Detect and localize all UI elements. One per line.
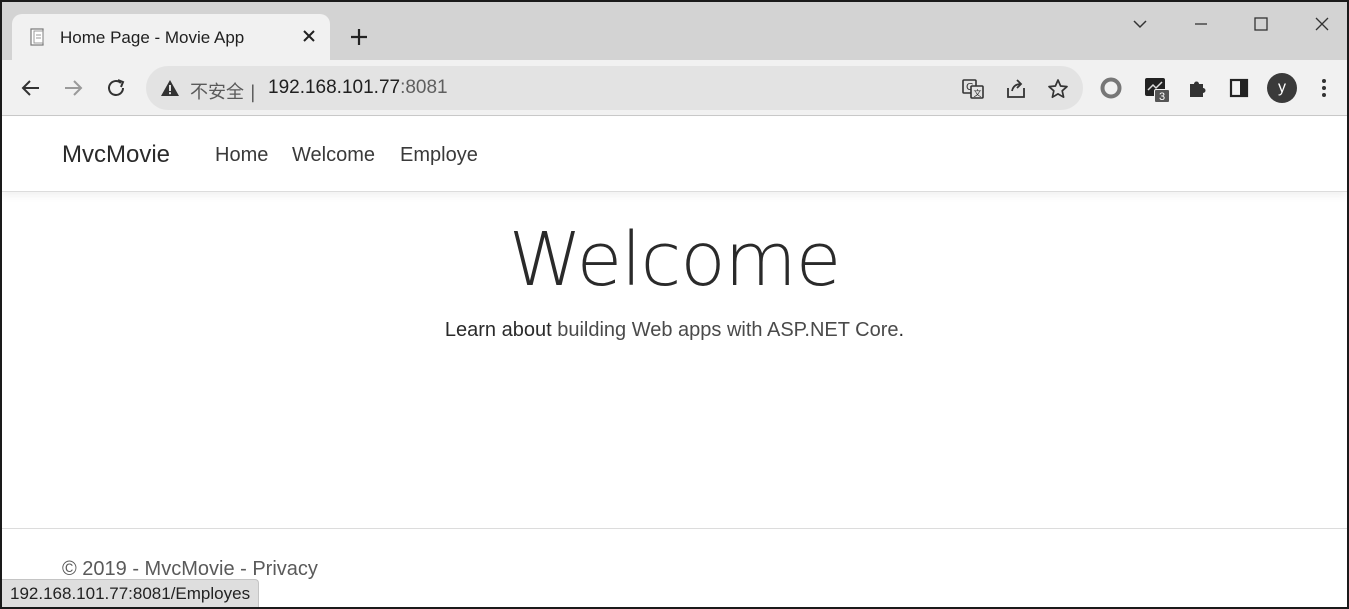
close-window-icon[interactable] bbox=[1304, 10, 1340, 38]
nav-link-employe[interactable]: Employe bbox=[400, 144, 478, 167]
footer-divider bbox=[2, 528, 1347, 529]
footer: © 2019 - MvcMovie - Privacy bbox=[62, 558, 318, 581]
maximize-icon[interactable] bbox=[1243, 10, 1279, 38]
url-text[interactable]: 192.168.101.77:8081 bbox=[268, 77, 448, 99]
document-icon bbox=[28, 27, 48, 47]
status-bar-url: 192.168.101.77:8081/Employes bbox=[2, 579, 260, 607]
brand-link[interactable]: MvcMovie bbox=[62, 141, 170, 169]
tab-title: Home Page - Movie App bbox=[60, 28, 245, 47]
site-navbar: MvcMovie Home Welcome Employe bbox=[2, 117, 1347, 192]
footer-copyright: © 2019 - MvcMovie - bbox=[62, 558, 253, 580]
extension-badge: 3 bbox=[1154, 89, 1170, 103]
page-content: MvcMovie Home Welcome Employe Welcome Le… bbox=[2, 117, 1347, 607]
record-extension-icon[interactable] bbox=[1096, 73, 1126, 103]
nav-link-welcome[interactable]: Welcome bbox=[292, 144, 375, 167]
share-icon[interactable] bbox=[1003, 76, 1029, 102]
browser-toolbar: 不安全 | 192.168.101.77:8081 G 文 3 y bbox=[2, 60, 1347, 116]
hero-text: Learn about building Web apps with ASP.N… bbox=[2, 319, 1347, 342]
nav-link-home[interactable]: Home bbox=[215, 144, 268, 167]
tab-search-chevron-icon[interactable] bbox=[1122, 10, 1158, 38]
privacy-link[interactable]: Privacy bbox=[252, 558, 318, 580]
browser-window: Home Page - Movie App 不安全 | 192.168.101.… bbox=[0, 0, 1349, 609]
star-icon[interactable] bbox=[1045, 76, 1071, 102]
close-tab-icon[interactable] bbox=[298, 25, 320, 47]
puzzle-icon[interactable] bbox=[1182, 73, 1212, 103]
minimize-icon[interactable] bbox=[1183, 10, 1219, 38]
aspnet-core-link[interactable]: building Web apps with ASP.NET Core bbox=[557, 319, 898, 341]
hero-text-prefix: Learn about bbox=[444, 319, 558, 341]
hero-text-suffix: . bbox=[898, 319, 905, 341]
reload-icon[interactable] bbox=[101, 73, 131, 103]
more-menu-icon[interactable] bbox=[1309, 73, 1339, 103]
browser-tab[interactable]: Home Page - Movie App bbox=[12, 14, 330, 60]
dark-extension-icon[interactable]: 3 bbox=[1140, 73, 1170, 103]
security-label[interactable]: 不安全 | bbox=[190, 78, 256, 104]
forward-arrow-icon[interactable] bbox=[58, 73, 88, 103]
page-title: Welcome bbox=[508, 217, 842, 303]
side-panel-icon[interactable] bbox=[1224, 73, 1254, 103]
address-bar[interactable]: 不安全 | 192.168.101.77:8081 G 文 bbox=[146, 66, 1083, 110]
translate-icon[interactable]: G 文 bbox=[960, 76, 986, 102]
warning-icon[interactable] bbox=[160, 78, 180, 98]
back-arrow-icon[interactable] bbox=[16, 73, 46, 103]
profile-avatar[interactable]: y bbox=[1267, 73, 1297, 103]
new-tab-icon[interactable] bbox=[346, 24, 372, 50]
svg-text:文: 文 bbox=[974, 88, 982, 98]
tab-strip: Home Page - Movie App bbox=[2, 2, 1347, 60]
